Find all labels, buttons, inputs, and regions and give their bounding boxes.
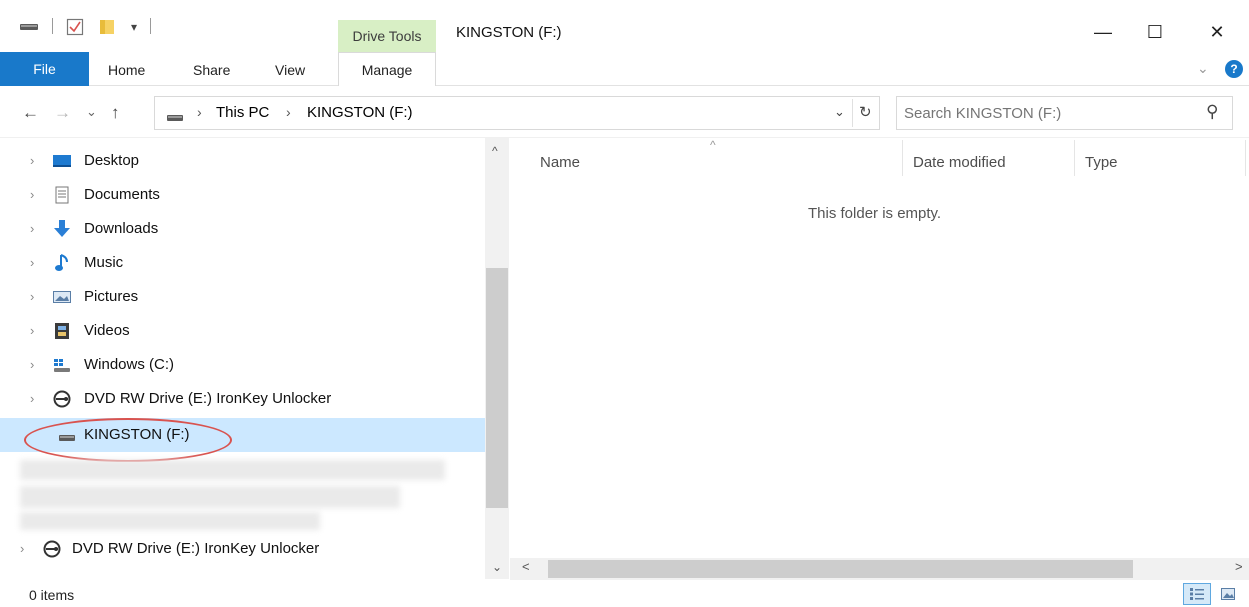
tab-view[interactable]: View: [275, 62, 305, 78]
tab-file[interactable]: File: [0, 52, 89, 86]
nav-item-windows-c[interactable]: › Windows (C:): [0, 348, 485, 382]
nav-item-dvd-drive-2[interactable]: › DVD RW Drive (E:) IronKey Unlocker: [0, 532, 485, 566]
item-count: 0 items: [29, 587, 75, 603]
sort-indicator-icon: ^: [710, 138, 716, 152]
expand-ribbon-icon[interactable]: ⌄: [1197, 60, 1209, 77]
column-header-type[interactable]: Type: [1085, 154, 1118, 171]
column-divider[interactable]: [1074, 140, 1075, 176]
scroll-right-button[interactable]: >: [1235, 559, 1243, 574]
nav-item-videos[interactable]: › Videos: [0, 314, 485, 348]
close-button[interactable]: ✕: [1194, 12, 1240, 52]
maximize-button[interactable]: ☐: [1132, 12, 1178, 52]
scroll-left-button[interactable]: <: [522, 559, 530, 574]
music-icon: [52, 254, 72, 272]
customize-qat-icon[interactable]: ▾: [126, 18, 142, 36]
address-divider: [852, 99, 853, 127]
nav-item-label: Pictures: [84, 288, 139, 305]
documents-icon: [52, 186, 72, 204]
drive-icon: [166, 110, 184, 127]
back-button[interactable]: ←: [22, 103, 39, 123]
properties-icon[interactable]: [64, 18, 86, 36]
nav-item-downloads[interactable]: › Downloads: [0, 212, 485, 246]
videos-icon: [52, 322, 72, 340]
address-dropdown-button[interactable]: ⌄: [834, 104, 845, 120]
blurred-row: [20, 486, 400, 508]
windows-drive-icon: [52, 356, 72, 374]
nav-item-desktop[interactable]: › Desktop: [0, 144, 485, 178]
column-header-date-modified[interactable]: Date modified: [913, 154, 1006, 171]
drive-tools-context-label: Drive Tools: [338, 20, 436, 52]
minimize-button[interactable]: —: [1080, 12, 1126, 52]
forward-button[interactable]: →: [54, 103, 71, 123]
tab-home[interactable]: Home: [108, 62, 145, 78]
nav-item-dvd-drive[interactable]: › DVD RW Drive (E:) IronKey Unlocker: [0, 382, 485, 416]
expand-chevron-icon[interactable]: ›: [30, 187, 34, 202]
expand-chevron-icon[interactable]: ›: [30, 391, 34, 406]
scroll-up-button[interactable]: ^: [492, 144, 498, 158]
refresh-button[interactable]: ↻: [859, 103, 872, 121]
breadcrumb-kingston[interactable]: KINGSTON (F:): [307, 104, 413, 121]
downloads-icon: [52, 220, 72, 238]
nav-item-documents[interactable]: › Documents: [0, 178, 485, 212]
nav-item-label: Videos: [84, 322, 130, 339]
breadcrumb-this-pc[interactable]: This PC: [216, 104, 269, 121]
search-icon[interactable]: ⚲: [1206, 102, 1218, 122]
details-view-button[interactable]: [1183, 583, 1211, 605]
large-icons-view-icon: [1221, 588, 1235, 600]
pictures-icon: [52, 288, 72, 306]
help-icon[interactable]: ?: [1225, 60, 1243, 78]
dvd-drive-icon: [42, 540, 62, 558]
new-folder-icon[interactable]: [96, 18, 118, 36]
column-divider[interactable]: [1245, 140, 1246, 176]
qat-separator: [52, 18, 53, 34]
breadcrumb-separator[interactable]: ›: [286, 104, 291, 120]
nav-item-label: Music: [84, 254, 124, 271]
breadcrumb-separator[interactable]: ›: [197, 104, 202, 120]
column-header-name[interactable]: Name: [540, 154, 580, 171]
expand-chevron-icon[interactable]: ›: [30, 153, 34, 168]
expand-chevron-icon[interactable]: ›: [20, 541, 24, 556]
status-bar: [0, 580, 1249, 607]
highlight-ring: [24, 418, 232, 462]
nav-item-pictures[interactable]: › Pictures: [0, 280, 485, 314]
expand-chevron-icon[interactable]: ›: [30, 289, 34, 304]
blurred-row: [20, 460, 445, 480]
title-bar: [0, 0, 1249, 52]
up-button[interactable]: ↑: [111, 103, 120, 123]
horizontal-scrollbar-thumb[interactable]: [548, 560, 1133, 578]
window-title: KINGSTON (F:): [456, 24, 562, 41]
nav-item-label: DVD RW Drive (E:) IronKey Unlocker: [84, 390, 332, 407]
large-icons-view-button[interactable]: [1214, 583, 1242, 605]
search-input[interactable]: [904, 100, 1194, 126]
empty-folder-message: This folder is empty.: [808, 205, 942, 222]
nav-item-label: Documents: [84, 186, 160, 203]
drive-icon: [18, 18, 40, 36]
blurred-row: [20, 512, 320, 530]
ribbon-tab-row: [0, 52, 1249, 86]
column-divider[interactable]: [902, 140, 903, 176]
nav-scrollbar-thumb[interactable]: [486, 268, 508, 508]
recent-locations-button[interactable]: ⌄: [86, 104, 97, 120]
expand-chevron-icon[interactable]: ›: [30, 255, 34, 270]
nav-item-music[interactable]: › Music: [0, 246, 485, 280]
details-view-icon: [1190, 588, 1204, 600]
tab-manage[interactable]: Manage: [338, 52, 436, 87]
desktop-icon: [52, 152, 72, 170]
nav-item-label: DVD RW Drive (E:) IronKey Unlocker: [72, 540, 320, 557]
expand-chevron-icon[interactable]: ›: [30, 221, 34, 236]
expand-chevron-icon[interactable]: ›: [30, 323, 34, 338]
nav-item-label: Downloads: [84, 220, 159, 237]
scroll-down-button[interactable]: ⌄: [492, 560, 502, 574]
expand-chevron-icon[interactable]: ›: [30, 357, 34, 372]
nav-item-label: Windows (C:): [84, 356, 175, 373]
dvd-drive-icon: [52, 390, 72, 408]
tab-share[interactable]: Share: [193, 62, 230, 78]
qat-separator: [150, 18, 151, 34]
nav-item-label: Desktop: [84, 152, 140, 169]
